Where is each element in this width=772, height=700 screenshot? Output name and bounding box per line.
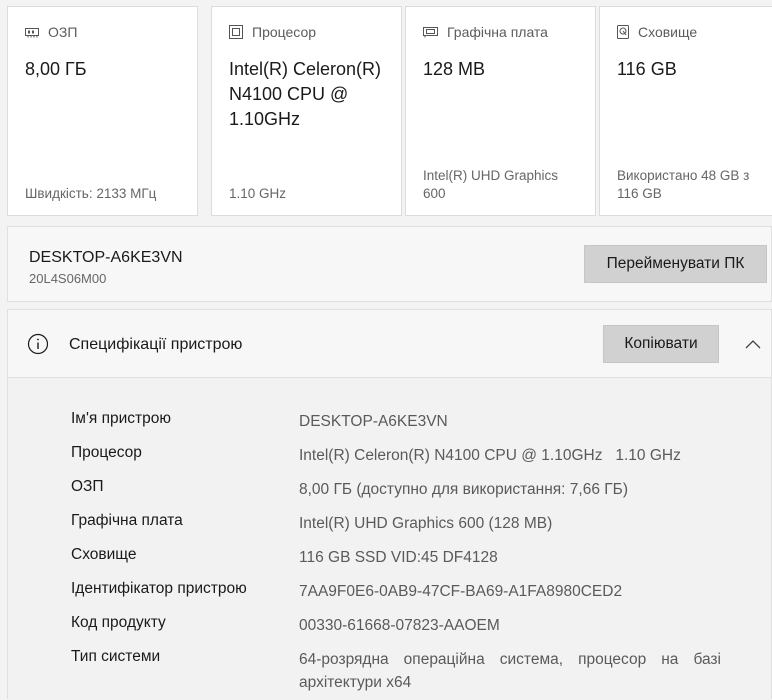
card-footer: Intel(R) UHD Graphics 600 bbox=[423, 168, 559, 201]
spec-key: Ідентифікатор пристрою bbox=[71, 580, 247, 597]
spec-key: Тип системи bbox=[71, 648, 161, 665]
spec-value: Intel(R) UHD Graphics 600 (128 MB) bbox=[299, 515, 553, 532]
device-specs-title: Специфікації пристрою bbox=[69, 336, 243, 353]
card-value: 128 MB bbox=[423, 59, 486, 79]
rename-pc-button[interactable]: Перейменувати ПК bbox=[584, 245, 767, 283]
device-name: DESKTOP-A6KE3VN bbox=[29, 249, 183, 266]
card-footer: Швидкість: 2133 МГц bbox=[25, 186, 157, 201]
card-processor: Процесор Intel(R) Celeron(R) N4100 CPU @… bbox=[211, 6, 402, 216]
spec-key: Ім'я пристрою bbox=[71, 410, 172, 427]
spec-value: DESKTOP-A6KE3VN bbox=[299, 413, 448, 430]
device-specs-body: Ім'я пристрою DESKTOP-A6KE3VN Процесор I… bbox=[8, 378, 771, 700]
device-specs-header[interactable]: Специфікації пристрою Копіювати bbox=[8, 310, 771, 378]
spec-key: ОЗП bbox=[71, 478, 104, 495]
card-label: Процесор bbox=[252, 24, 317, 40]
spec-value: 64-розрядна операційна система, процесор… bbox=[299, 651, 721, 691]
spec-value: 8,00 ГБ (доступно для використання: 7,66… bbox=[299, 481, 628, 498]
device-model: 20L4S06M00 bbox=[29, 271, 107, 286]
spec-key: Сховище bbox=[71, 546, 137, 563]
device-name-panel: DESKTOP-A6KE3VN 20L4S06M00 Перейменувати… bbox=[7, 226, 772, 302]
card-label: Сховище bbox=[638, 24, 698, 40]
card-value: Intel(R) Celeron(R) N4100 CPU @ 1.10GHz bbox=[229, 59, 382, 129]
copy-button[interactable]: Копіювати bbox=[603, 325, 719, 363]
card-footer: 1.10 GHz bbox=[229, 186, 287, 201]
card-memory: ОЗП 8,00 ГБ Швидкість: 2133 МГц bbox=[7, 6, 198, 216]
processor-icon bbox=[229, 25, 243, 39]
spec-value: 7AA9F0E6-0AB9-47CF-BA69-A1FA8980CED2 bbox=[299, 583, 623, 600]
card-label: ОЗП bbox=[48, 24, 78, 40]
card-label: Графічна плата bbox=[447, 24, 548, 40]
chevron-up-icon[interactable] bbox=[745, 336, 761, 354]
spec-value: 116 GB SSD VID:45 DF4128 bbox=[299, 549, 498, 566]
card-value: 116 GB bbox=[617, 59, 677, 79]
storage-icon bbox=[617, 25, 629, 39]
spec-key: Графічна плата bbox=[71, 512, 183, 529]
spec-key: Процесор bbox=[71, 444, 142, 461]
card-value: 8,00 ГБ bbox=[25, 59, 87, 79]
info-icon bbox=[27, 333, 49, 360]
card-graphics: Графічна плата 128 MB Intel(R) UHD Graph… bbox=[405, 6, 596, 216]
device-specs-panel: Специфікації пристрою Копіювати Ім'я при… bbox=[7, 309, 772, 700]
memory-icon bbox=[25, 26, 39, 38]
graphics-card-icon bbox=[423, 26, 438, 38]
spec-value: 00330-61668-07823-AAOEM bbox=[299, 617, 500, 634]
spec-key: Код продукту bbox=[71, 614, 166, 631]
card-storage: Сховище 116 GB Використано 48 GB з 116 G… bbox=[599, 6, 772, 216]
card-footer: Використано 48 GB з 116 GB bbox=[617, 168, 750, 201]
spec-value: Intel(R) Celeron(R) N4100 CPU @ 1.10GHz … bbox=[299, 447, 681, 464]
